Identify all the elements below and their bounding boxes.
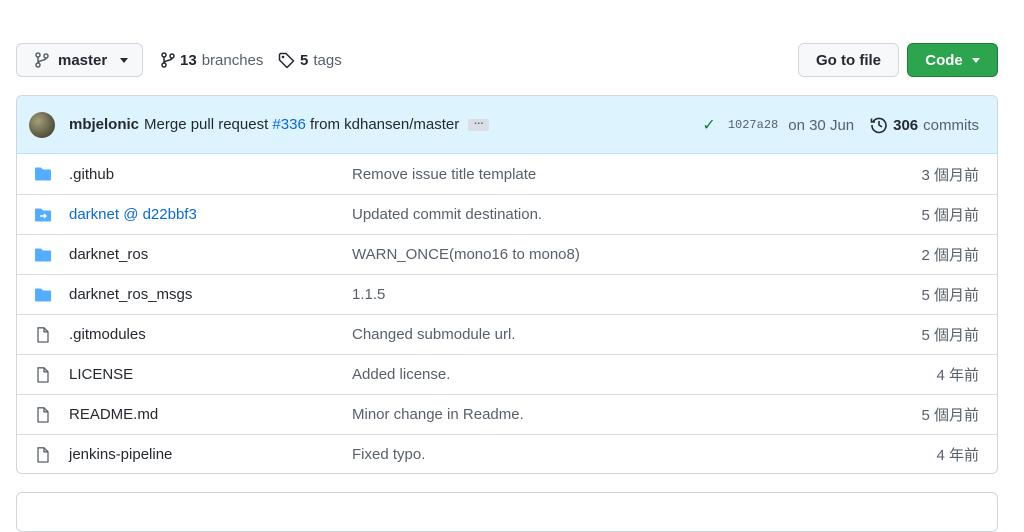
commits-history-link[interactable]: 306 commits (870, 116, 979, 134)
file-name[interactable]: README.md (69, 406, 158, 423)
commit-message[interactable]: Merge pull request #336 from kdhansen/ma… (144, 116, 459, 133)
file-commit-message[interactable]: 1.1.5 (352, 286, 385, 303)
commit-date: on 30 Jun (788, 116, 855, 134)
commit-message-suffix: from kdhansen/master (309, 116, 460, 133)
branch-select-button[interactable]: master (16, 43, 143, 77)
file-commit-message[interactable]: WARN_ONCE(mono16 to mono8) (352, 246, 580, 263)
history-icon (870, 117, 887, 134)
file-name[interactable]: darknet_ros (69, 246, 148, 263)
repo-toolbar: master 13 branches 5 tags Go to file Cod… (16, 43, 998, 77)
file-age: 2 個月前 (921, 247, 979, 264)
file-commit-message[interactable]: Added license. (352, 366, 450, 383)
tag-icon (278, 52, 295, 68)
commit-author[interactable]: mbjelonic (69, 116, 139, 133)
chevron-down-icon (971, 57, 980, 63)
folder-icon (34, 166, 52, 182)
file-row[interactable]: .gitmodules Changed submodule url. 5 個月前 (17, 314, 997, 354)
branches-count: 13 (180, 51, 197, 69)
commit-sha[interactable]: 1027a28 (728, 118, 778, 132)
file-age: 5 個月前 (921, 407, 979, 424)
file-age: 5 個月前 (921, 207, 979, 224)
chevron-down-icon (120, 57, 129, 63)
code-button-label: Code (925, 51, 963, 69)
commit-message-prefix: Merge pull request (144, 116, 269, 133)
file-age: 5 個月前 (921, 287, 979, 304)
tags-count: 5 (300, 51, 309, 69)
file-commit-message[interactable]: Updated commit destination. (352, 206, 542, 223)
file-name[interactable]: .gitmodules (69, 326, 146, 343)
file-name[interactable]: darknet @ d22bbf3 (69, 206, 197, 223)
file-icon (34, 447, 52, 463)
expand-commit-button[interactable]: … (468, 116, 490, 131)
latest-commit-bar: mbjelonic Merge pull request #336 from k… (17, 96, 997, 154)
file-name[interactable]: jenkins-pipeline (69, 446, 172, 463)
file-age: 3 個月前 (921, 166, 979, 184)
file-row[interactable]: README.md Minor change in Readme. 5 個月前 (17, 394, 997, 434)
branches-label: branches (201, 51, 264, 69)
file-age: 5 個月前 (921, 327, 979, 344)
commits-label: commits (923, 116, 979, 134)
file-browser: mbjelonic Merge pull request #336 from k… (16, 95, 998, 474)
avatar[interactable] (29, 111, 55, 138)
file-commit-message[interactable]: Remove issue title template (352, 166, 536, 183)
branches-link[interactable]: 13 branches (161, 43, 263, 77)
file-commit-message[interactable]: Changed submodule url. (352, 326, 515, 343)
file-name[interactable]: darknet_ros_msgs (69, 286, 192, 303)
file-commit-message[interactable]: Fixed typo. (352, 446, 425, 463)
code-button[interactable]: Code (907, 43, 998, 77)
file-row[interactable]: jenkins-pipeline Fixed typo. 4 年前 (17, 434, 997, 473)
git-branch-icon (35, 52, 49, 68)
tags-label: tags (313, 51, 342, 69)
branch-name: master (58, 51, 108, 69)
pull-request-link[interactable]: #336 (272, 116, 305, 133)
submodule-folder-icon (34, 207, 52, 223)
readme-box (16, 492, 998, 532)
folder-icon (34, 287, 52, 303)
check-icon[interactable]: ✓ (702, 115, 715, 135)
go-to-file-button[interactable]: Go to file (798, 43, 899, 77)
file-row[interactable]: .github Remove issue title template 3 個月前 (17, 154, 997, 194)
file-row[interactable]: darknet_ros_msgs 1.1.5 5 個月前 (17, 274, 997, 314)
file-row[interactable]: darknet @ d22bbf3 Updated commit destinat… (17, 194, 997, 234)
file-age: 4 年前 (936, 447, 979, 464)
file-row[interactable]: darknet_ros WARN_ONCE(mono16 to mono8) 2 個… (17, 234, 997, 274)
tags-link[interactable]: 5 tags (278, 43, 342, 77)
file-icon (34, 367, 52, 383)
commits-count: 306 (893, 116, 919, 134)
file-commit-message[interactable]: Minor change in Readme. (352, 406, 524, 423)
file-name[interactable]: LICENSE (69, 366, 133, 383)
folder-icon (34, 247, 52, 263)
git-branch-icon (161, 52, 175, 68)
file-age: 4 年前 (936, 367, 979, 384)
commit-details: ✓ 1027a28 on 30 Jun 306 commits (702, 96, 979, 154)
file-icon (34, 327, 52, 343)
file-icon (34, 407, 52, 423)
file-name[interactable]: .github (69, 166, 114, 183)
file-row[interactable]: LICENSE Added license. 4 年前 (17, 354, 997, 394)
file-list: .github Remove issue title template 3 個月前 d… (17, 154, 997, 473)
